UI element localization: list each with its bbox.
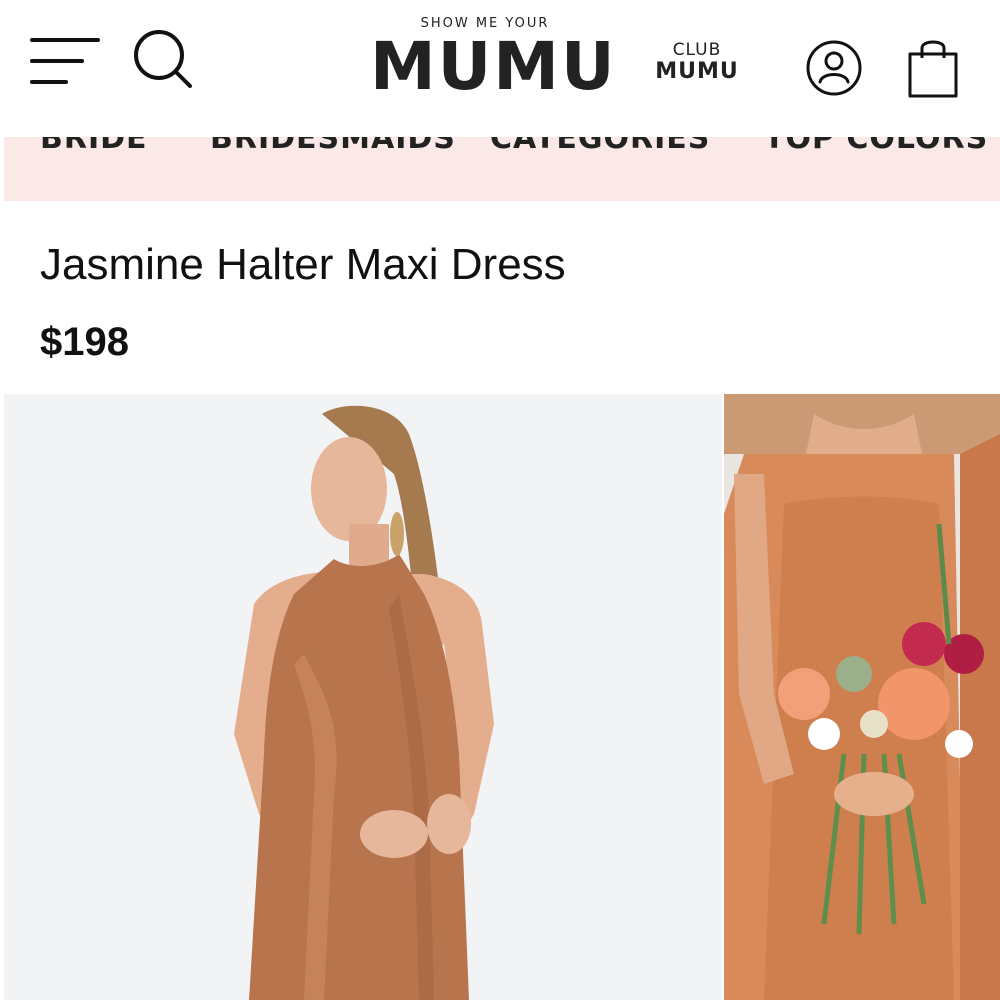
club-mumu-link[interactable]: CLUB MUMU	[650, 40, 744, 84]
hamburger-menu-icon	[30, 38, 100, 84]
product-image-main[interactable]	[4, 394, 722, 1000]
brand-logo[interactable]: SHOW ME YOUR MUMU	[370, 16, 617, 106]
category-nav: BRIDE BRIDESMAIDS CATEGORIES TOP COLORS	[4, 137, 1000, 201]
product-title: Jasmine Halter Maxi Dress	[40, 240, 566, 289]
search-icon	[134, 30, 192, 88]
product-price: $198	[40, 320, 129, 364]
cart-button[interactable]	[904, 34, 962, 100]
site-header: SHOW ME YOUR MUMU CLUB MUMU	[0, 0, 1000, 137]
club-label: CLUB	[672, 40, 722, 60]
shopping-bag-icon	[908, 40, 958, 98]
logo-wordmark: MUMU	[370, 28, 617, 105]
nav-item-bride[interactable]: BRIDE	[40, 137, 148, 156]
nav-item-top-colors[interactable]: TOP COLORS	[764, 137, 988, 156]
club-brand-label: MUMU	[655, 59, 739, 84]
menu-button[interactable]	[30, 36, 100, 86]
account-button[interactable]	[804, 38, 864, 98]
search-button[interactable]	[132, 28, 196, 92]
product-image-secondary[interactable]	[724, 394, 1000, 1000]
nav-item-bridesmaids[interactable]: BRIDESMAIDS	[210, 137, 456, 156]
nav-item-categories[interactable]: CATEGORIES	[490, 137, 710, 156]
user-account-icon	[806, 40, 862, 96]
